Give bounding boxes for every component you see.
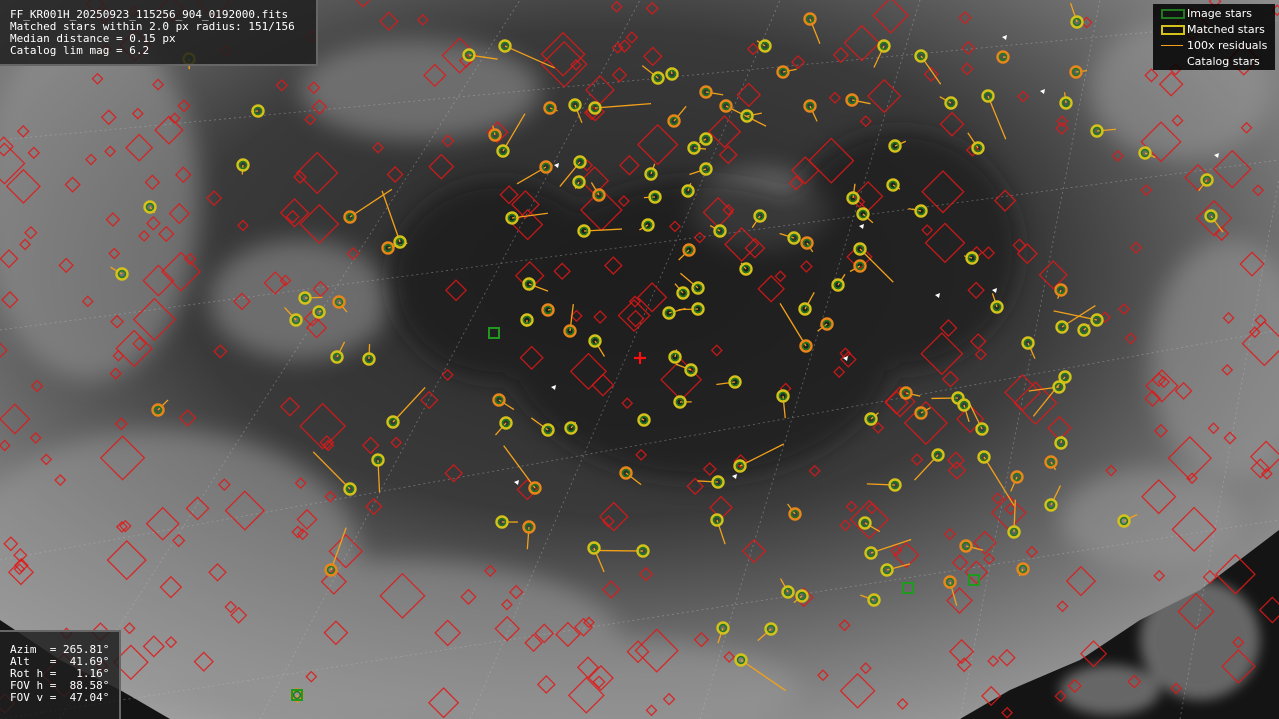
info-panel: FF_KR001H_20250923_115256_904_0192000.fi… xyxy=(0,0,318,66)
legend: Image stars Matched stars 100x residuals… xyxy=(1153,4,1275,70)
legend-image-stars: Image stars xyxy=(1153,7,1275,21)
residual-line xyxy=(304,296,323,299)
fov-vertical-text: FOV v = 47.04° xyxy=(10,691,110,704)
sky-image xyxy=(0,0,1279,719)
legend-catalog-stars: Catalog stars xyxy=(1187,55,1260,68)
pointing-panel: Azim = 265.81° Alt = 41.69° Rot h = 1.16° F… xyxy=(0,630,121,719)
legend-matched-stars: Matched stars xyxy=(1153,23,1275,37)
matched-stars-swatch-icon xyxy=(1161,25,1185,35)
residual-line-icon xyxy=(1161,45,1183,46)
legend-residuals: 100x residuals xyxy=(1153,39,1275,53)
catalog-limit-text: Catalog lim mag = 6.2 xyxy=(10,44,150,57)
image-stars-swatch-icon xyxy=(1161,9,1185,19)
residual-line xyxy=(368,344,371,360)
